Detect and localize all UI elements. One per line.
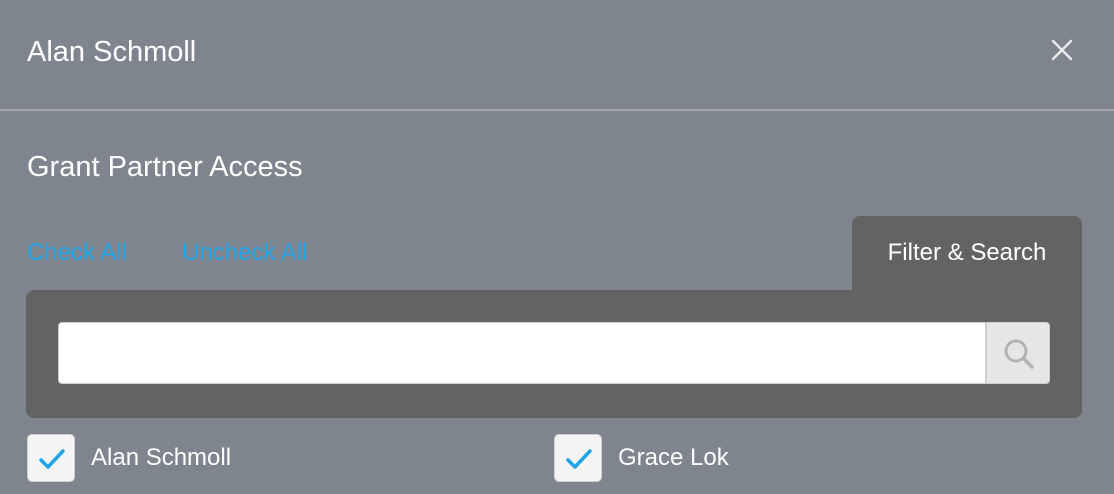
filter-panel — [26, 290, 1082, 418]
modal-header: Alan Schmoll — [0, 0, 1114, 111]
partner-checkbox[interactable] — [554, 434, 602, 482]
modal-title: Alan Schmoll — [27, 36, 197, 68]
search-button[interactable] — [986, 322, 1050, 384]
close-button[interactable] — [1046, 34, 1078, 66]
uncheck-all-link[interactable]: Uncheck All — [182, 238, 307, 268]
partner-access-modal: Alan Schmoll Grant Partner Access Check … — [0, 0, 1114, 494]
partner-checkbox[interactable] — [27, 434, 75, 482]
checkmark-icon — [566, 449, 592, 469]
search-icon — [1004, 339, 1034, 369]
partner-label: Grace Lok — [618, 444, 729, 471]
filter-search-tab-label: Filter & Search — [887, 239, 1047, 266]
partner-label: Alan Schmoll — [91, 444, 232, 471]
search-box — [58, 322, 986, 384]
section-title: Grant Partner Access — [27, 151, 303, 183]
search-input[interactable] — [59, 323, 985, 383]
check-all-link[interactable]: Check All — [27, 238, 127, 268]
filter-search-tab[interactable]: Filter & Search — [852, 216, 1082, 294]
checkmark-icon — [39, 449, 65, 469]
close-icon — [1051, 39, 1073, 61]
